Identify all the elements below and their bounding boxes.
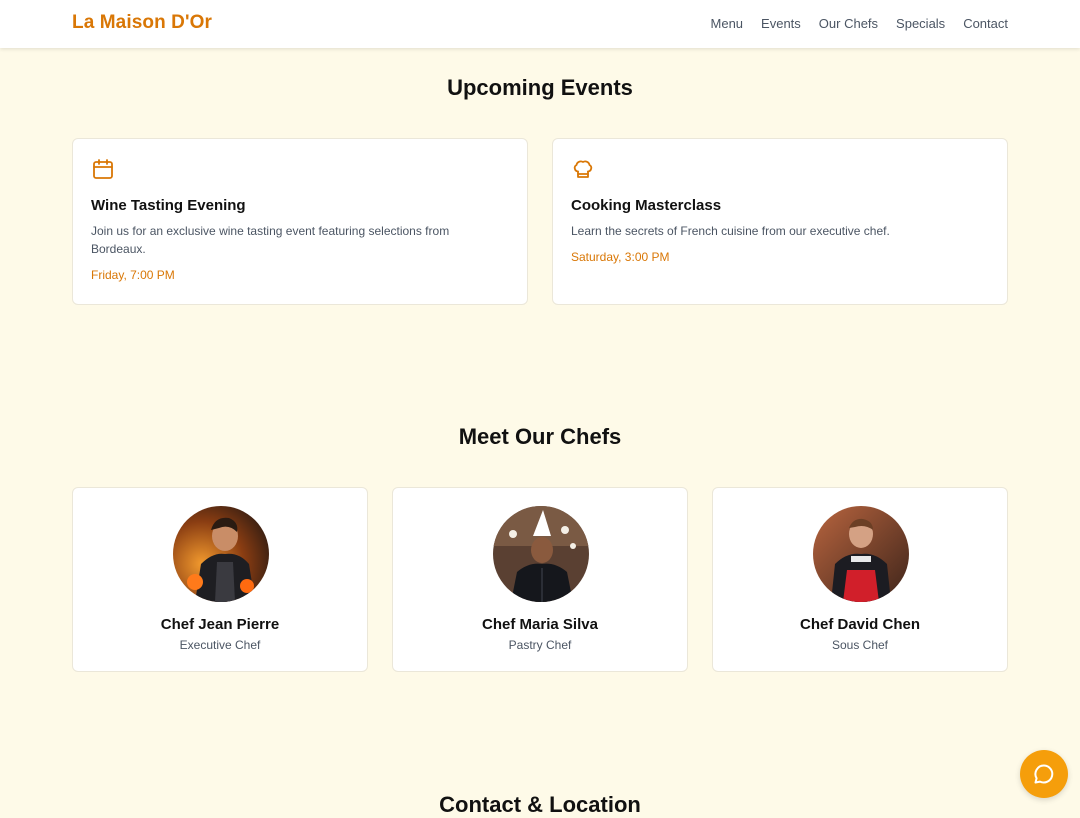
chef-card-jean-pierre: Chef Jean Pierre Executive Chef [72, 487, 368, 672]
event-description: Join us for an exclusive wine tasting ev… [91, 224, 450, 256]
chef-role: Pastry Chef [508, 638, 572, 652]
top-navbar: La Maison D'Or Menu Events Our Chefs Spe… [0, 0, 1080, 48]
events-section-title: Upcoming Events [447, 75, 633, 100]
nav-link-menu[interactable]: Menu [711, 16, 744, 31]
contact-section-title: Contact & Location [439, 792, 641, 817]
nav-link-contact[interactable]: Contact [963, 16, 1008, 31]
event-time: Friday, 7:00 PM [91, 268, 175, 282]
chef-card-maria-silva: Chef Maria Silva Pastry Chef [392, 487, 688, 672]
event-description: Learn the secrets of French cuisine from… [571, 224, 890, 238]
chat-bubble-icon [1034, 764, 1054, 784]
chefs-section-title: Meet Our Chefs [458, 424, 622, 449]
chef-avatar [813, 506, 909, 602]
chef-name: Chef David Chen [799, 616, 920, 633]
event-time: Saturday, 3:00 PM [571, 250, 670, 264]
chef-name: Chef Maria Silva [482, 616, 598, 633]
chef-avatar [493, 506, 589, 602]
nav-links: Menu Events Our Chefs Specials Contact [711, 16, 1008, 31]
chef-card-david-chen: Chef David Chen Sous Chef [712, 487, 1008, 672]
chat-button[interactable] [1020, 750, 1068, 798]
chef-hat-icon [573, 160, 593, 178]
chef-name: Chef Jean Pierre [160, 616, 280, 633]
chef-role: Sous Chef [831, 638, 889, 652]
nav-link-our-chefs[interactable]: Our Chefs [819, 16, 878, 31]
calendar-icon [93, 159, 113, 179]
chef-avatar [173, 506, 269, 602]
chef-role: Executive Chef [179, 638, 261, 652]
nav-link-specials[interactable]: Specials [896, 16, 945, 31]
event-card-cooking-masterclass: Cooking Masterclass Learn the secrets of… [552, 138, 1008, 305]
event-card-wine-tasting: Wine Tasting Evening Join us for an excl… [72, 138, 528, 305]
event-title: Cooking Masterclass [571, 197, 722, 214]
event-title: Wine Tasting Evening [91, 197, 246, 214]
nav-link-events[interactable]: Events [761, 16, 801, 31]
brand-logo[interactable]: La Maison D'Or [72, 12, 212, 34]
